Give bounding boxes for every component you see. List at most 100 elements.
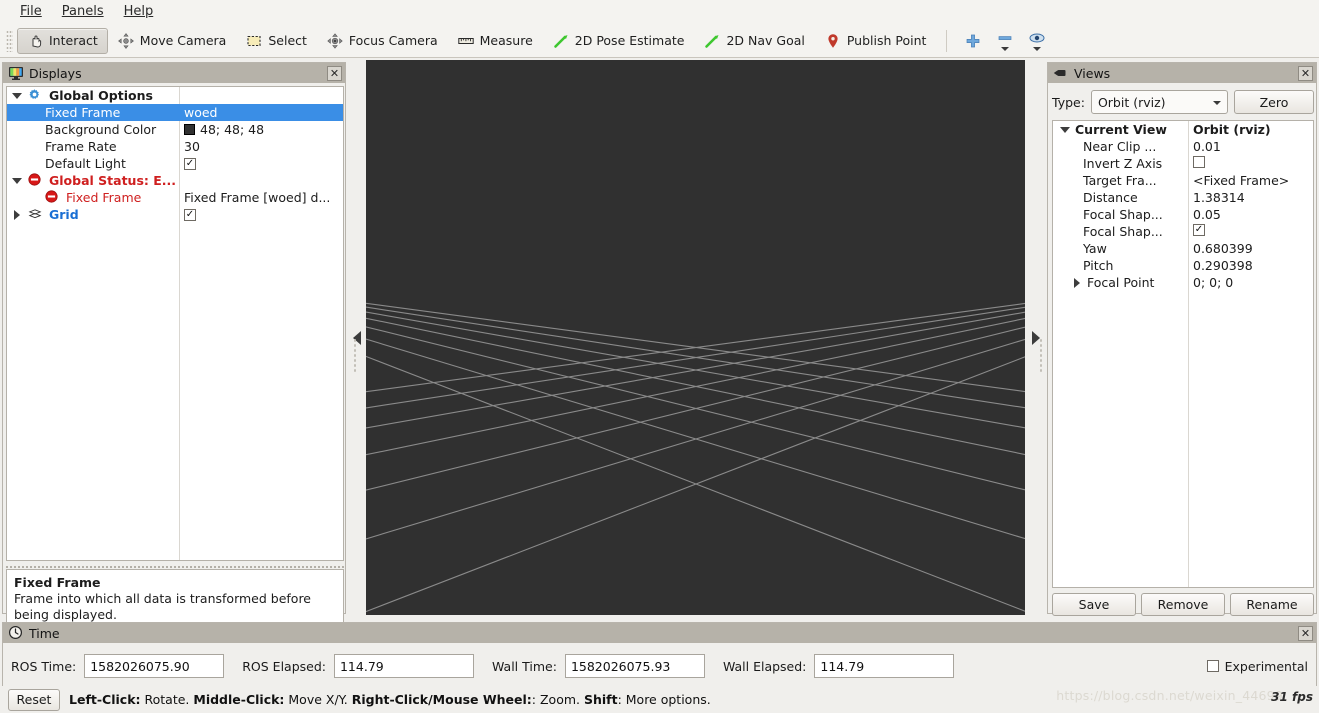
minus-icon (997, 30, 1013, 46)
chevron-down-icon (1001, 47, 1010, 51)
time-panel-titlebar[interactable]: Time ✕ (3, 623, 1316, 643)
3d-render-viewport[interactable] (366, 60, 1025, 615)
table-row[interactable]: Background Color 48; 48; 48 (7, 121, 343, 138)
tree-item-value[interactable]: ✓ (1193, 224, 1205, 236)
reset-button[interactable]: Reset (8, 688, 60, 711)
tool-move-camera-button[interactable]: Move Camera (108, 28, 237, 54)
tool-publish-point-button[interactable]: Publish Point (815, 28, 937, 54)
hint-key-right-click: Right-Click/Mouse Wheel: (351, 692, 532, 707)
tree-item-value[interactable]: ✓ (184, 157, 196, 170)
checkbox-unchecked-icon[interactable] (1193, 156, 1205, 168)
tree-item-value[interactable]: 30 (184, 139, 200, 154)
table-row[interactable]: Distance 1.38314 (1053, 189, 1313, 206)
twisty-toggle[interactable] (11, 177, 23, 184)
checkbox-checked-icon[interactable]: ✓ (1193, 224, 1205, 236)
tree-item-value[interactable]: <Fixed Frame> (1193, 173, 1289, 188)
table-row[interactable]: Grid ✓ (7, 206, 343, 223)
tool-focus-camera-button[interactable]: Focus Camera (317, 28, 448, 54)
views-property-tree[interactable]: Current View Orbit (rviz) Near Clip ... … (1052, 120, 1314, 588)
table-row[interactable]: Focal Shap... 0.05 (1053, 206, 1313, 223)
checkbox-unchecked-icon[interactable] (1206, 660, 1219, 672)
twisty-toggle[interactable] (11, 92, 23, 99)
tree-item-value[interactable]: 48; 48; 48 (184, 122, 264, 137)
tree-item-label: Focal Shap... (1083, 224, 1163, 239)
close-icon[interactable]: ✕ (1298, 65, 1313, 81)
views-panel-titlebar[interactable]: Views ✕ (1048, 63, 1316, 83)
menu-item-panels[interactable]: Panels (52, 2, 114, 22)
tool-interact-label: Interact (49, 33, 98, 48)
eye-icon (1029, 30, 1045, 46)
table-row[interactable]: Frame Rate 30 (7, 138, 343, 155)
displays-panel-titlebar[interactable]: Displays ✕ (3, 63, 345, 83)
menu-item-help[interactable]: Help (114, 2, 164, 22)
displays-tree[interactable]: Global Options Fixed Frame woed Backgrou… (6, 86, 344, 561)
table-row[interactable]: Invert Z Axis (1053, 155, 1313, 172)
table-row[interactable]: Yaw 0.680399 (1053, 240, 1313, 257)
add-tool-button[interactable] (965, 33, 981, 49)
tree-item-value[interactable]: 0.290398 (1193, 258, 1253, 273)
experimental-toggle[interactable]: Experimental (1206, 658, 1308, 674)
tool-2d-pose-estimate-button[interactable]: 2D Pose Estimate (543, 28, 695, 54)
wall-elapsed-label: Wall Elapsed: (722, 658, 807, 674)
ros-time-label: ROS Time: (11, 658, 77, 674)
visibility-button[interactable] (1029, 30, 1045, 51)
table-row[interactable]: Current View Orbit (rviz) (1053, 121, 1313, 138)
tree-item-value: Orbit (rviz) (1193, 122, 1271, 137)
tree-item-value[interactable]: woed (184, 105, 218, 120)
table-row[interactable]: Target Fra... <Fixed Frame> (1053, 172, 1313, 189)
left-splitter-grip[interactable] (353, 338, 357, 372)
table-row[interactable]: Near Clip ... 0.01 (1053, 138, 1313, 155)
table-row[interactable]: Default Light ✓ (7, 155, 343, 172)
tree-item-value[interactable]: 0.680399 (1193, 241, 1253, 256)
table-row[interactable]: Fixed Frame Fixed Frame [woed] d... (7, 189, 343, 206)
tree-item-value[interactable]: 1.38314 (1193, 190, 1245, 205)
tree-item-value[interactable]: 0.01 (1193, 139, 1221, 154)
plus-icon (965, 33, 981, 49)
table-row[interactable]: Focal Shap... ✓ (1053, 223, 1313, 240)
zero-view-button[interactable]: Zero (1234, 90, 1314, 114)
view-type-select[interactable]: Orbit (rviz) (1090, 90, 1228, 114)
tool-focus-camera-label: Focus Camera (348, 33, 438, 48)
tree-item-value[interactable]: 0.05 (1193, 207, 1221, 222)
tree-item-label: Background Color (45, 122, 157, 137)
tree-item-value[interactable]: 0; 0; 0 (1193, 275, 1233, 290)
remove-view-button[interactable]: Remove (1141, 593, 1225, 616)
twisty-toggle[interactable] (1071, 277, 1083, 288)
hint-key-middle-click: Middle-Click: (193, 692, 285, 707)
menu-item-file[interactable]: File (10, 2, 52, 22)
table-row[interactable]: Focal Point 0; 0; 0 (1053, 274, 1313, 291)
wall-time-input[interactable]: 1582026075.93 (564, 654, 705, 678)
save-view-button[interactable]: Save (1052, 593, 1136, 616)
hint-key-left-click: Left-Click: (69, 692, 141, 707)
checkbox-checked-icon[interactable]: ✓ (184, 157, 196, 170)
ros-elapsed-input[interactable]: 114.79 (333, 654, 474, 678)
fps-counter: 31 fps (1271, 690, 1313, 704)
toolbar-drag-handle[interactable] (6, 29, 13, 52)
wall-elapsed-input[interactable]: 114.79 (814, 654, 955, 678)
tool-2d-nav-goal-button[interactable]: 2D Nav Goal (694, 28, 814, 54)
twisty-toggle[interactable] (11, 209, 23, 220)
collapse-left-panel-handle[interactable] (348, 318, 366, 358)
checkbox-checked-icon[interactable]: ✓ (184, 208, 196, 221)
tool-2d-pose-estimate-label: 2D Pose Estimate (574, 33, 685, 48)
table-row[interactable]: Pitch 0.290398 (1053, 257, 1313, 274)
tool-2d-nav-goal-label: 2D Nav Goal (726, 33, 805, 48)
close-icon[interactable]: ✕ (327, 65, 342, 81)
ros-time-input[interactable]: 1582026075.90 (84, 654, 225, 678)
table-row[interactable]: Global Status: E... (7, 172, 343, 189)
tool-measure-button[interactable]: Measure (448, 28, 543, 54)
rename-view-button[interactable]: Rename (1230, 593, 1314, 616)
table-row[interactable]: Fixed Frame woed (7, 104, 343, 121)
tree-item-value[interactable]: ✓ (184, 208, 196, 221)
toolbar-separator (946, 29, 948, 52)
remove-tool-button[interactable] (997, 30, 1013, 51)
twisty-toggle[interactable] (1059, 126, 1071, 133)
tool-select-button[interactable]: Select (236, 28, 317, 54)
experimental-label: Experimental (1224, 658, 1308, 674)
tree-item-value[interactable] (1193, 156, 1205, 168)
tool-interact-button[interactable]: Interact (17, 27, 108, 54)
table-row[interactable]: Global Options (7, 87, 343, 104)
hint-text-left-click: Rotate. (140, 692, 194, 707)
close-icon[interactable]: ✕ (1298, 625, 1313, 641)
right-splitter-grip[interactable] (1039, 338, 1043, 372)
